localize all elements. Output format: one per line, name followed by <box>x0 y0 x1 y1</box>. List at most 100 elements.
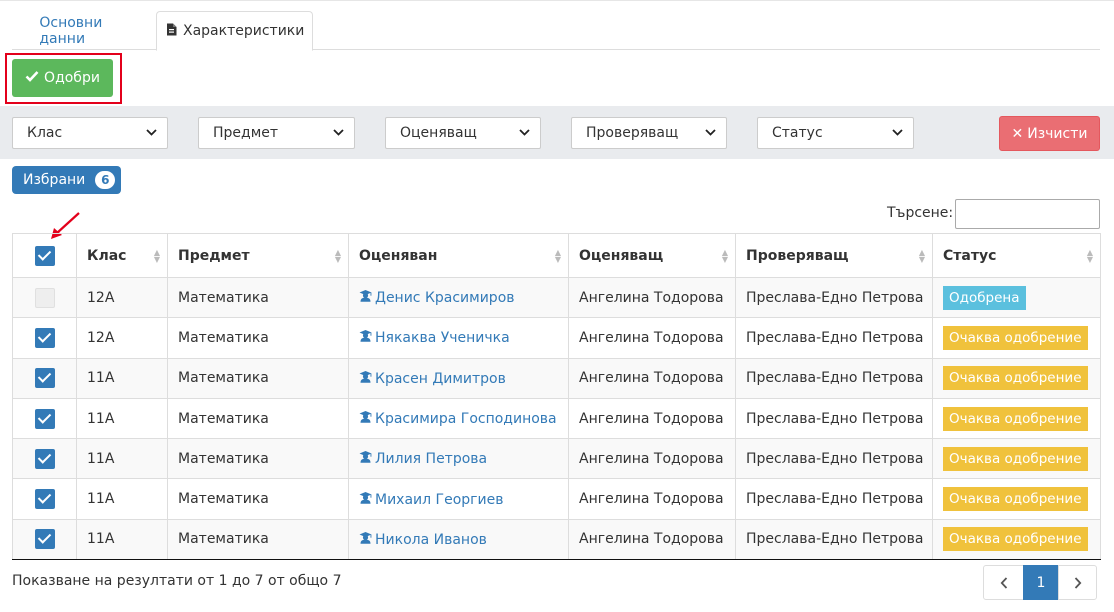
row-checkbox[interactable] <box>34 327 55 348</box>
select-all-cell[interactable] <box>12 233 77 278</box>
results-info: Показване на резултати от 1 до 7 от общо… <box>12 573 342 589</box>
student-link[interactable]: Денис Красимиров <box>375 290 515 306</box>
cell-assessor: Ангелина Тодорова <box>568 518 736 561</box>
status-badge: Очаква одобрение <box>943 446 1088 471</box>
row-select-cell[interactable] <box>12 317 77 359</box>
table-row: 11А Математика Михаил Георгиев Ангелина Тод… <box>12 478 1101 520</box>
chevron-down-icon <box>519 128 530 139</box>
cell-class: 12А <box>76 276 168 319</box>
filter-assessor-select[interactable]: Оценяващ <box>385 117 541 149</box>
filter-bar: Клас Предмет Оценяващ Проверяващ Статус … <box>0 106 1114 159</box>
cell-subject: Математика <box>167 397 349 440</box>
status-badge: Очаква одобрение <box>943 487 1088 512</box>
tab-basic-data[interactable]: Основни данни <box>12 11 156 50</box>
pagination: 1 <box>983 565 1097 600</box>
check-icon <box>25 70 39 86</box>
cell-status: Очаква одобрение <box>932 518 1101 561</box>
filter-status-select[interactable]: Статус <box>757 117 914 149</box>
cell-subject: Математика <box>167 438 349 480</box>
cell-class: 11А <box>76 357 168 399</box>
row-checkbox[interactable] <box>34 368 55 389</box>
cell-assessor: Ангелина Тодорова <box>568 397 736 440</box>
status-badge: Очаква одобрение <box>943 406 1088 431</box>
cell-subject: Математика <box>167 357 349 399</box>
cell-reviewer: Преслава-Едно Петрова <box>735 276 933 319</box>
cell-status: Очаква одобрение <box>932 317 1101 359</box>
clear-button[interactable]: ✕ Изчисти <box>999 116 1100 151</box>
row-checkbox[interactable] <box>34 287 55 308</box>
cell-assessor: Ангелина Тодорова <box>568 317 736 359</box>
tab-bar: Основни данни Характеристики <box>12 11 1100 51</box>
student-link[interactable]: Красен Димитров <box>375 371 506 387</box>
search-input[interactable] <box>955 199 1100 229</box>
cell-reviewer: Преслава-Едно Петрова <box>735 518 933 561</box>
cell-subject: Математика <box>167 478 349 520</box>
row-checkbox[interactable] <box>34 529 55 550</box>
row-checkbox[interactable] <box>34 489 55 510</box>
cell-student: Михаил Георгиев <box>348 478 569 520</box>
student-link[interactable]: Красимира Господинова <box>375 411 557 427</box>
table-row: 11А Математика Лилия Петрова Ангелина Тодор… <box>12 438 1101 480</box>
sort-icon: ▲ ▼ <box>554 248 561 264</box>
tab-characteristics[interactable]: Характеристики <box>156 11 313 51</box>
cell-subject: Математика <box>167 518 349 561</box>
filter-subject-select[interactable]: Предмет <box>198 117 355 149</box>
cell-reviewer: Преслава-Едно Петрова <box>735 478 933 520</box>
filter-class-select[interactable]: Клас <box>12 117 168 149</box>
sort-icon: ▲ ▼ <box>334 248 341 264</box>
column-header-class[interactable]: Клас ▲ ▼ <box>76 233 168 278</box>
prev-page-button[interactable] <box>983 565 1024 600</box>
student-link[interactable]: Лилия Петрова <box>375 451 487 467</box>
cell-class: 11А <box>76 478 168 520</box>
student-link[interactable]: Някаква Ученичка <box>375 330 510 346</box>
student-link[interactable]: Михаил Георгиев <box>375 492 503 508</box>
student-icon <box>359 531 372 548</box>
page-button-current[interactable]: 1 <box>1023 565 1059 600</box>
close-icon: ✕ <box>1011 125 1024 142</box>
grid-icon <box>21 24 33 37</box>
cell-status: Очаква одобрение <box>932 397 1101 440</box>
cell-assessor: Ангелина Тодорова <box>568 478 736 520</box>
column-header-assessor[interactable]: Оценяващ ▲ ▼ <box>568 233 736 278</box>
select-all-checkbox[interactable] <box>34 245 55 266</box>
column-header-student[interactable]: Оценяван ▲ ▼ <box>348 233 569 278</box>
cell-student: Някаква Ученичка <box>348 317 569 359</box>
row-select-cell[interactable] <box>12 397 77 440</box>
student-icon <box>359 491 372 508</box>
header-label: Оценяващ <box>579 247 664 264</box>
column-header-status[interactable]: Статус ▲ ▼ <box>932 233 1101 278</box>
column-header-reviewer[interactable]: Проверяващ ▲ ▼ <box>735 233 933 278</box>
cell-class: 11А <box>76 397 168 440</box>
student-icon <box>359 329 372 346</box>
row-checkbox[interactable] <box>34 448 55 469</box>
row-select-cell[interactable] <box>12 276 77 319</box>
row-select-cell[interactable] <box>12 478 77 520</box>
row-checkbox[interactable] <box>34 408 55 429</box>
row-select-cell[interactable] <box>12 518 77 561</box>
cell-reviewer: Преслава-Едно Петрова <box>735 357 933 399</box>
next-page-button[interactable] <box>1058 565 1097 600</box>
chevron-down-icon <box>333 128 344 139</box>
cell-reviewer: Преслава-Едно Петрова <box>735 397 933 440</box>
student-icon <box>359 450 372 467</box>
cell-status: Очаква одобрение <box>932 478 1101 520</box>
filter-reviewer-select[interactable]: Проверяващ <box>571 117 727 149</box>
cell-assessor: Ангелина Тодорова <box>568 276 736 319</box>
row-select-cell[interactable] <box>12 357 77 399</box>
row-select-cell[interactable] <box>12 438 77 480</box>
chevron-right-icon <box>1074 576 1081 589</box>
header-label: Предмет <box>178 247 250 264</box>
student-link[interactable]: Никола Иванов <box>375 532 487 548</box>
cell-assessor: Ангелина Тодорова <box>568 357 736 399</box>
cell-status: Очаква одобрение <box>932 438 1101 480</box>
column-header-subject[interactable]: Предмет ▲ ▼ <box>167 233 349 278</box>
cell-subject: Математика <box>167 317 349 359</box>
selected-button[interactable]: Избрани 6 <box>12 166 121 194</box>
sort-icon: ▲ ▼ <box>721 248 728 264</box>
cell-student: Денис Красимиров <box>348 276 569 319</box>
cell-student: Красен Димитров <box>348 357 569 399</box>
approve-button[interactable]: Одобри <box>12 59 113 97</box>
sort-icon: ▲ ▼ <box>918 248 925 264</box>
sort-icon: ▲ ▼ <box>1086 248 1093 264</box>
results-table: Клас ▲ ▼ Предмет ▲ ▼ Оценяван ▲ ▼ Оценяващ ▲ ▼ П… <box>12 233 1101 561</box>
